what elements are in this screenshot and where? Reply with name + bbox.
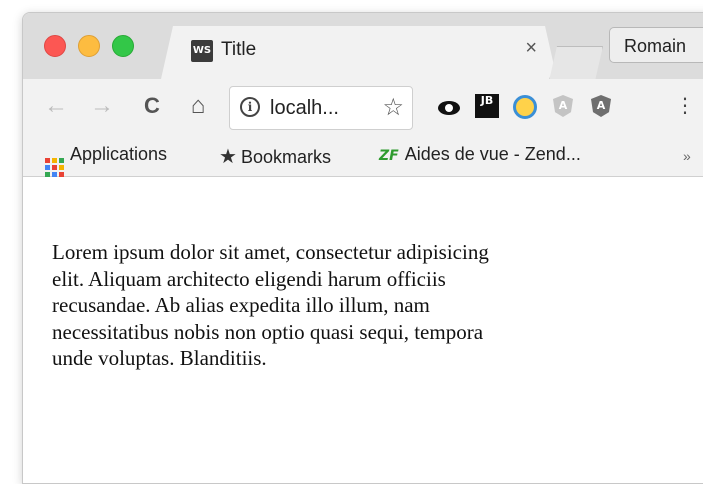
bookmark-star-icon[interactable]: ☆: [382, 93, 404, 122]
page-content: Lorem ipsum dolor sit amet, consectetur …: [23, 177, 703, 483]
bookmark-bookmarks[interactable]: ★ Bookmarks: [219, 144, 331, 169]
close-window-button[interactable]: [44, 35, 66, 57]
bookmark-bookmarks-label: Bookmarks: [240, 147, 331, 167]
tab-strip: WS Title × Romain: [23, 13, 703, 79]
apps-icon: [45, 158, 64, 177]
webstorm-icon: WS: [191, 40, 213, 62]
tab-title[interactable]: WS Title ×: [161, 26, 557, 79]
new-tab-button[interactable]: [549, 46, 603, 81]
info-icon[interactable]: i: [240, 97, 260, 117]
jetbrains-icon[interactable]: JB: [475, 94, 499, 118]
tab-label: Title: [221, 39, 257, 60]
toolbar: ← → C ⌂ i localh... ☆ JB A A ⋮: [23, 79, 703, 137]
back-icon[interactable]: ←: [41, 91, 71, 121]
reload-icon[interactable]: C: [137, 91, 167, 121]
angular-icon[interactable]: A: [551, 94, 575, 118]
bookmark-applications-label: Applications: [70, 144, 168, 164]
bookmarks-bar: Applications ★ Bookmarks ZF Aides de vue -…: [23, 137, 703, 177]
menu-icon[interactable]: ⋮: [675, 92, 695, 120]
lorem-paragraph: Lorem ipsum dolor sit amet, consectetur …: [52, 240, 489, 370]
more-bookmarks-icon[interactable]: »: [683, 148, 691, 164]
bookmark-zend[interactable]: ZF Aides de vue - Zend...: [379, 144, 581, 165]
browser-window: WS Title × Romain ← → C ⌂ i localh... ☆ …: [22, 12, 703, 484]
home-icon[interactable]: ⌂: [183, 91, 213, 121]
zoom-window-button[interactable]: [112, 35, 134, 57]
bookmark-applications[interactable]: Applications: [45, 144, 167, 177]
zend-icon: ZF: [379, 148, 399, 164]
url-text[interactable]: localh...: [270, 97, 339, 120]
timer-icon[interactable]: [513, 95, 537, 119]
forward-icon[interactable]: →: [87, 91, 117, 121]
minimize-window-button[interactable]: [78, 35, 100, 57]
eye-icon[interactable]: [437, 94, 461, 118]
address-bar[interactable]: i localh... ☆: [229, 86, 413, 130]
profile-button[interactable]: Romain: [609, 27, 703, 63]
tab-close-icon[interactable]: ×: [525, 37, 537, 60]
angular-dark-icon[interactable]: A: [589, 94, 613, 118]
star-icon: ★: [219, 146, 237, 168]
bookmark-zend-label: Aides de vue - Zend...: [404, 144, 581, 164]
